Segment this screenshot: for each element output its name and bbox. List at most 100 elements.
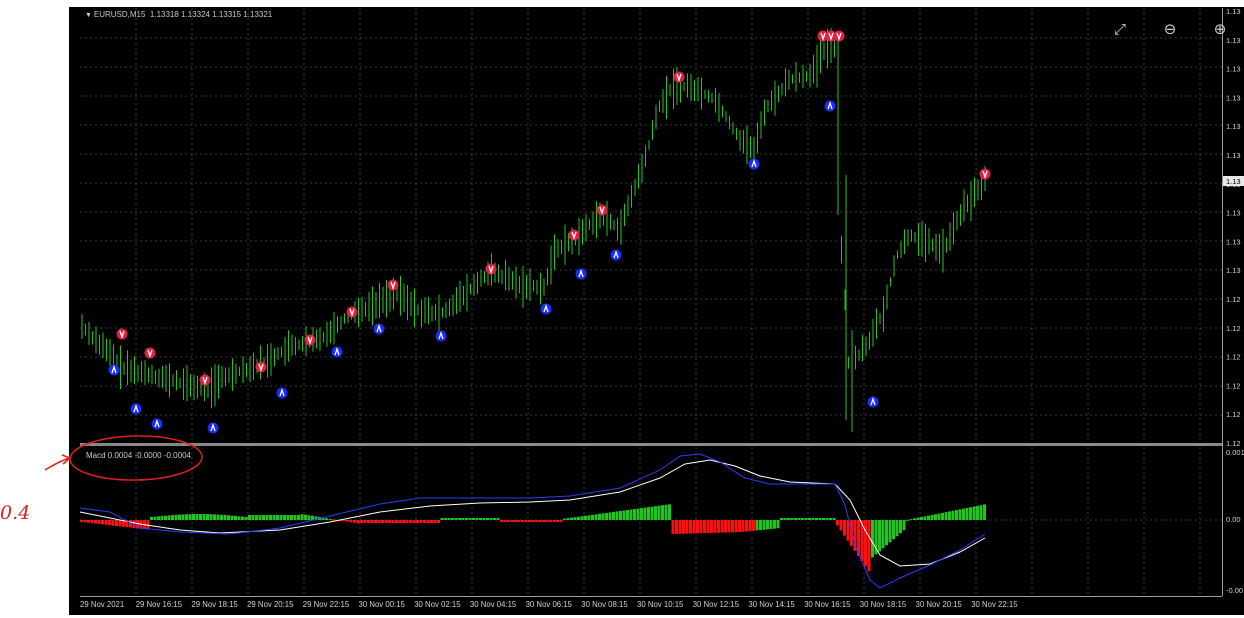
- histogram-bar: [902, 520, 906, 531]
- histogram-bar: [290, 515, 293, 520]
- histogram-bar: [80, 520, 83, 522]
- histogram-bar: [384, 520, 388, 523]
- histogram-bar: [692, 520, 696, 534]
- histogram-bar: [937, 513, 941, 520]
- histogram-bar: [381, 520, 384, 523]
- fractal-up-arrow: [575, 268, 587, 280]
- histogram-bar: [423, 520, 426, 523]
- fractal-down-arrow: [116, 328, 128, 340]
- time-axis-label: 30 Nov 22:15: [971, 600, 1018, 609]
- histogram-bar: [402, 520, 405, 523]
- histogram-bar: [808, 518, 811, 520]
- histogram-bar: [209, 514, 213, 520]
- histogram-bar: [227, 515, 230, 520]
- histogram-bar: [472, 518, 475, 520]
- fractal-up-arrow: [108, 364, 120, 376]
- histogram-bar: [283, 515, 286, 520]
- histogram-bar: [307, 515, 311, 521]
- histogram-bar: [668, 504, 671, 520]
- histogram-bar: [801, 518, 804, 520]
- time-axis-label: 30 Nov 16:15: [804, 600, 851, 609]
- histogram-bar: [888, 520, 892, 543]
- histogram-bar: [202, 514, 206, 520]
- histogram-bar: [535, 520, 538, 522]
- histogram-bar: [598, 513, 601, 520]
- histogram-bar: [416, 520, 419, 523]
- histogram-bar: [689, 520, 692, 534]
- histogram-bar: [790, 518, 794, 520]
- histogram-bar: [528, 520, 531, 522]
- histogram-bar: [108, 520, 111, 526]
- histogram-bar: [160, 516, 164, 520]
- histogram-bar: [629, 509, 633, 520]
- histogram-bar: [612, 511, 615, 520]
- histogram-bar: [587, 515, 591, 521]
- histogram-bar: [885, 520, 888, 546]
- time-axis-label: 29 Nov 16:15: [136, 600, 183, 609]
- histogram-bar: [251, 515, 255, 520]
- histogram-bar: [552, 520, 556, 522]
- histogram-bar: [531, 520, 535, 522]
- histogram-bar: [388, 520, 391, 523]
- macd-label: Macd 0.0004 -0.0000 -0.0004: [86, 451, 191, 460]
- histogram-bar: [213, 514, 216, 520]
- histogram-bar: [181, 514, 185, 520]
- histogram-bar: [510, 520, 514, 522]
- histogram-bar: [633, 509, 636, 520]
- histogram-bar: [514, 520, 517, 522]
- zoom-in-icon[interactable]: ⊕: [1211, 20, 1229, 38]
- zoom-out-icon[interactable]: ⊖: [1161, 20, 1179, 38]
- histogram-bar: [780, 518, 783, 520]
- histogram-bar: [657, 505, 661, 520]
- histogram-bar: [927, 515, 930, 520]
- histogram-bar: [626, 510, 629, 520]
- histogram-bar: [405, 520, 409, 523]
- price-axis-label: 1.13: [1226, 266, 1241, 275]
- histogram-bar: [493, 518, 496, 520]
- histogram-bar: [979, 505, 983, 520]
- annotation-text: 0.4: [0, 502, 31, 524]
- histogram-bar: [773, 520, 776, 529]
- fractal-up-arrow: [276, 387, 288, 399]
- histogram-bar: [192, 514, 195, 520]
- histogram-bar: [934, 514, 937, 520]
- time-axis-label: 29 Nov 22:15: [303, 600, 350, 609]
- histogram-bar: [262, 515, 265, 520]
- histogram-bar: [220, 514, 223, 520]
- histogram-bar: [783, 518, 787, 520]
- histogram-bar: [958, 509, 962, 520]
- histogram-bar: [409, 520, 412, 523]
- histogram-bar: [818, 518, 822, 520]
- histogram-bar: [685, 520, 689, 534]
- histogram-bar: [878, 520, 881, 552]
- histogram-bar: [353, 520, 356, 523]
- fractal-up-arrow: [207, 422, 219, 434]
- chart-window[interactable]: 1.13 1.13 1.13 1.13 1.13 1.13 1.13 1.13 1.13 1.13…: [0, 0, 1244, 618]
- histogram-bar: [797, 518, 801, 520]
- fractal-down-arrow: [979, 168, 991, 180]
- histogram-bar: [342, 520, 346, 522]
- histogram-bar: [727, 520, 731, 533]
- histogram-bar: [752, 520, 755, 531]
- histogram-bar: [468, 518, 472, 520]
- fractal-down-arrow: [255, 361, 267, 373]
- histogram-bar: [976, 505, 979, 520]
- histogram-bar: [661, 505, 664, 520]
- histogram-bar: [836, 520, 839, 526]
- histogram-bar: [815, 518, 818, 520]
- fullscreen-icon[interactable]: ⤢: [1111, 20, 1129, 38]
- time-axis-label: 30 Nov 04:15: [470, 600, 517, 609]
- histogram-bar: [678, 520, 682, 534]
- histogram-bar: [895, 520, 899, 537]
- histogram-bar: [521, 520, 524, 522]
- histogram-bar: [776, 520, 780, 529]
- histogram-bar: [769, 520, 773, 530]
- annotation-arrow: [44, 454, 72, 471]
- histogram-bar: [962, 508, 965, 520]
- histogram-bar: [237, 516, 241, 520]
- histogram-bar: [804, 518, 808, 520]
- histogram-bar: [486, 518, 489, 520]
- histogram-bar: [115, 520, 118, 526]
- time-axis-label: 30 Nov 08:15: [581, 600, 628, 609]
- histogram-bar: [965, 507, 969, 520]
